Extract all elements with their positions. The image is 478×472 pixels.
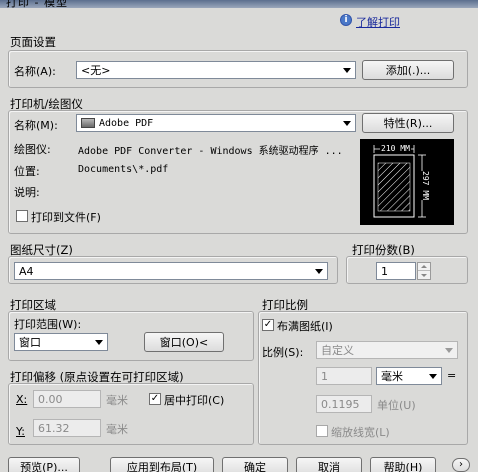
info-icon: i [340,14,352,26]
printer-name-value: Adobe PDF [99,117,154,129]
add-page-setup-button[interactable]: 添加(.)... [362,60,454,80]
offset-x-input[interactable]: 0.00 [33,390,101,408]
lineweight-checkbox[interactable] [316,425,328,437]
preview-button[interactable]: 预览(P)... [8,457,80,472]
center-plot-label[interactable]: 居中打印(C) [164,392,224,408]
chevron-down-icon [93,336,105,348]
chevron-down-icon [341,64,353,76]
scale-value1-input[interactable]: 1 [316,367,372,385]
title-bar: 打印 - 模型 [0,0,478,8]
page-setup-name-value: <无> [81,64,111,77]
plot-range-value: 窗口 [19,336,41,349]
printer-properties-button[interactable]: 特性(R)... [362,113,454,133]
help-button[interactable]: 帮助(H) [370,457,436,472]
offset-x-value: 0.00 [38,392,63,406]
lineweight-label[interactable]: 缩放线宽(L) [331,424,390,440]
fit-to-paper-checkbox[interactable]: ✓ [262,319,274,331]
scale-value1: 1 [321,369,328,383]
paper-size-value: A4 [19,264,34,278]
scale-value2-input[interactable]: 0.1195 [316,395,372,413]
plotter-value: Adobe PDF Converter - Windows 系统驱动程序 ... [78,146,343,157]
cancel-button[interactable]: 取消 [296,457,362,472]
plot-range-label: 打印范围(W): [14,318,82,331]
fit-to-paper-label[interactable]: 布满图纸(I) [277,318,333,334]
paper-size-select[interactable]: A4 [14,262,328,280]
center-plot-checkbox[interactable]: ✓ [149,393,161,405]
ok-button[interactable]: 确定 [222,457,288,472]
location-value: Documents\*.pdf [78,164,169,175]
scale-value2: 0.1195 [321,397,360,411]
print-to-file-checkbox[interactable] [16,210,28,222]
offset-y-input[interactable]: 61.32 [33,419,101,437]
learn-printing-link[interactable]: 了解打印 [356,14,400,30]
unit2-label: 单位(U) [377,399,416,412]
preview-height-label: 297 MM [420,171,430,200]
description-label: 说明: [14,186,40,199]
offset-y-label: Y: [16,425,25,438]
expand-icon[interactable]: › [452,458,470,472]
page-setup-name-select[interactable]: <无> [76,61,356,79]
printer-icon [81,118,95,128]
chevron-down-icon [313,265,325,277]
scale-unit-select[interactable]: 毫米 [376,367,442,385]
scale-value: 自定义 [321,344,354,357]
offset-y-unit: 毫米 [106,423,128,436]
location-label: 位置: [14,165,40,178]
scale-label: 比例(S): [262,346,304,359]
page-setup-name-label: 名称(A): [14,65,56,78]
chevron-down-icon [443,344,455,356]
equals-sign: = [447,369,457,382]
page-setup-title: 页面设置 [10,35,56,49]
copies-spinner[interactable] [417,262,431,280]
chevron-down-icon [427,370,439,382]
plot-range-select[interactable]: 窗口 [14,333,108,351]
print-dialog: 打印 - 模型 i 了解打印 页面设置 名称(A): <无> 添加(.)... … [0,0,478,472]
copies-value: 1 [381,264,388,278]
window-title: 打印 - 模型 [6,0,68,8]
plotter-label: 绘图仪: [14,143,51,156]
apply-to-layout-button[interactable]: 应用到布局(T) [110,457,214,472]
offset-x-label: X: [16,393,28,406]
offset-x-unit: 毫米 [106,394,128,407]
preview-width-label: 210 MM [380,144,411,153]
printer-name-label: 名称(M): [14,119,58,132]
paper-preview: 210 MM 297 MM [360,139,454,225]
copies-input[interactable]: 1 [376,262,416,280]
spin-down-icon[interactable] [418,271,430,279]
spin-up-icon[interactable] [418,263,430,271]
chevron-down-icon [341,117,353,129]
scale-unit-value: 毫米 [381,370,403,383]
printer-name-select[interactable]: Adobe PDF [76,114,356,132]
print-to-file-label[interactable]: 打印到文件(F) [31,209,101,225]
window-pick-button[interactable]: 窗口(O)< [144,332,224,352]
offset-y-value: 61.32 [38,421,70,435]
scale-select[interactable]: 自定义 [316,341,458,359]
